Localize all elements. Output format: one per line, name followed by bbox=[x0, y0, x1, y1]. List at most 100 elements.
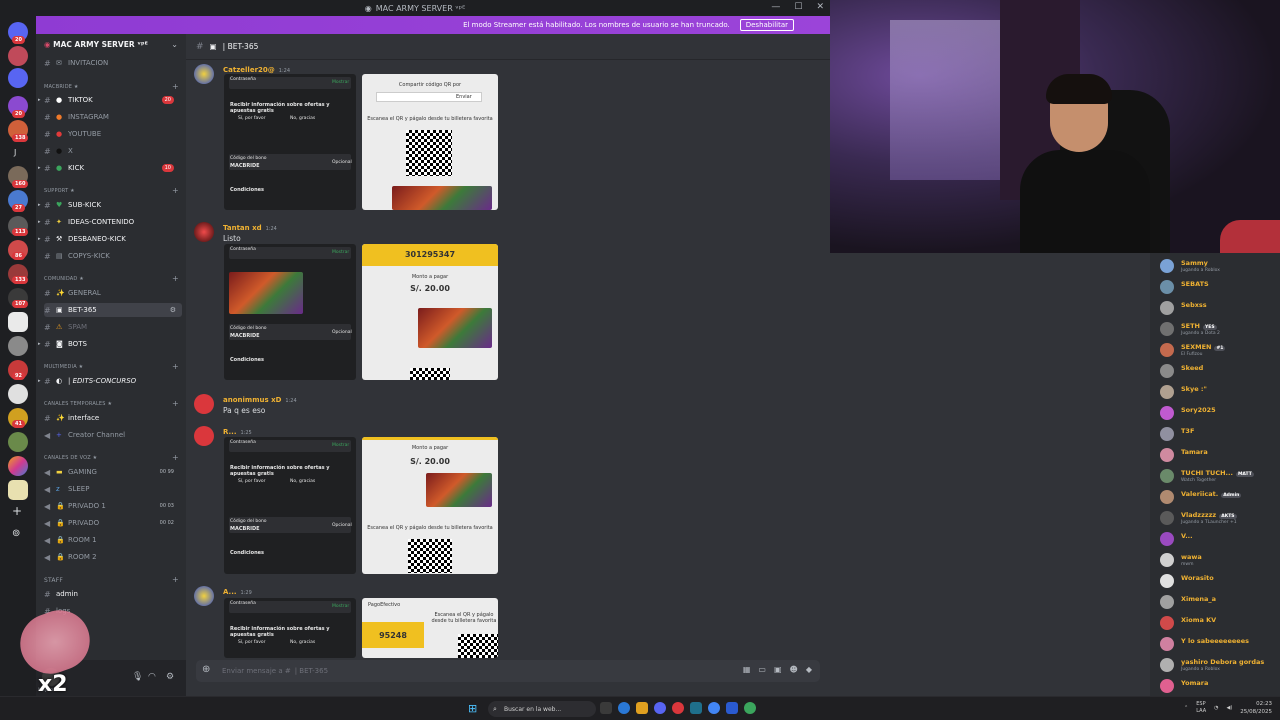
channel-general[interactable]: # ✨ GENERAL bbox=[44, 286, 182, 300]
spotify-icon[interactable] bbox=[744, 702, 756, 714]
tray-chevron-icon[interactable]: ⌃ bbox=[1184, 705, 1188, 711]
add-attachment-icon[interactable]: ⊕ bbox=[202, 664, 210, 675]
app-icon[interactable] bbox=[672, 702, 684, 714]
avatar[interactable] bbox=[1160, 490, 1174, 504]
add-channel-icon[interactable]: + bbox=[172, 186, 179, 195]
avatar[interactable] bbox=[194, 64, 214, 84]
edge-icon[interactable] bbox=[618, 702, 630, 714]
emoji-icon[interactable]: ☻ bbox=[790, 665, 798, 674]
avatar[interactable] bbox=[1160, 511, 1174, 525]
windows-start-icon[interactable]: ⊞ bbox=[468, 702, 477, 715]
avatar[interactable] bbox=[1160, 616, 1174, 630]
category-macbride[interactable]: MACBRIDE ★ + bbox=[44, 82, 179, 91]
avatar[interactable] bbox=[1160, 406, 1174, 420]
minimize-icon[interactable]: — bbox=[771, 2, 780, 12]
member-item[interactable]: Yomara bbox=[1160, 677, 1278, 697]
add-channel-icon[interactable]: + bbox=[172, 82, 179, 91]
wifi-icon[interactable]: ◔ bbox=[1214, 705, 1218, 711]
member-item[interactable]: yashiro Debora gordas Jugando a Roblox bbox=[1160, 656, 1278, 676]
image-attachment[interactable]: Contraseña Mostrar Recibir información s… bbox=[224, 437, 356, 574]
avatar[interactable] bbox=[1160, 532, 1174, 546]
channel-kick[interactable]: ▸ # ● KICK 10 bbox=[38, 161, 182, 175]
avatar[interactable] bbox=[1160, 259, 1174, 273]
taskview-icon[interactable] bbox=[600, 702, 612, 714]
category-support[interactable]: SUPPORT ★ + bbox=[44, 186, 179, 195]
steam-icon[interactable] bbox=[690, 702, 702, 714]
channel-edits[interactable]: ▸ # ◐ | EDITS-CONCURSO bbox=[38, 374, 182, 388]
avatar[interactable] bbox=[1160, 469, 1174, 483]
voice-channel-room1[interactable]: ◀ 🔒 ROOM 1 bbox=[44, 533, 182, 547]
avatar[interactable] bbox=[1160, 322, 1174, 336]
avatar[interactable] bbox=[1160, 658, 1174, 672]
close-icon[interactable]: ✕ bbox=[816, 2, 824, 12]
channel-invitacion[interactable]: # ✉ INVITACION bbox=[44, 56, 182, 70]
add-server-icon[interactable]: + bbox=[12, 504, 22, 518]
avatar[interactable] bbox=[1160, 448, 1174, 462]
channel-bots[interactable]: ▸ # ◙ BOTS bbox=[38, 337, 182, 351]
image-attachment[interactable]: Contraseña Mostrar Recibir información s… bbox=[224, 598, 356, 658]
avatar[interactable] bbox=[1160, 343, 1174, 357]
member-item[interactable]: T3F bbox=[1160, 425, 1278, 445]
channel-x[interactable]: # ● X bbox=[44, 144, 182, 158]
channel-admin[interactable]: # admin bbox=[44, 587, 182, 601]
avatar[interactable] bbox=[194, 394, 214, 414]
channel-spam[interactable]: # ⚠ SPAM bbox=[44, 320, 182, 334]
chrome-icon[interactable] bbox=[708, 702, 720, 714]
server-icon[interactable] bbox=[8, 46, 28, 66]
language-indicator[interactable]: ESP LAA bbox=[1196, 701, 1206, 715]
avatar[interactable] bbox=[194, 222, 214, 242]
server-icon[interactable] bbox=[8, 480, 28, 500]
member-item[interactable]: V... bbox=[1160, 530, 1278, 550]
member-item[interactable]: Sammy Jugando a Roblox bbox=[1160, 257, 1278, 277]
channel-ideas[interactable]: ▸ # ✦ IDEAS-CONTENIDO bbox=[38, 215, 182, 229]
channel-interface[interactable]: # ✨ interface bbox=[44, 411, 182, 425]
image-attachment[interactable]: 301295347 Monto a pagar S/. 20.00 bbox=[362, 244, 498, 380]
image-attachment[interactable]: Contraseña Mostrar Recibir información s… bbox=[224, 74, 356, 210]
voice-channel-gaming[interactable]: ◀ ▬ GAMING 00 99 bbox=[44, 465, 182, 479]
microphone-icon[interactable]: 🎙 bbox=[132, 672, 143, 682]
gift-icon[interactable]: ▦ bbox=[743, 665, 751, 674]
avatar[interactable] bbox=[1160, 679, 1174, 693]
settings-gear-icon[interactable]: ⚙ bbox=[170, 306, 176, 314]
chevron-down-icon[interactable]: ⌄ bbox=[171, 40, 178, 49]
add-channel-icon[interactable]: + bbox=[172, 399, 179, 408]
member-item[interactable]: wawa mwm bbox=[1160, 551, 1278, 571]
avatar[interactable] bbox=[1160, 301, 1174, 315]
server-name[interactable]: ◉ MAC ARMY SERVER ᵛᵖᴱ bbox=[44, 40, 148, 49]
voice-channel-sleep[interactable]: ◀ z SLEEP bbox=[44, 482, 182, 496]
discord-home-icon[interactable] bbox=[8, 68, 28, 88]
explore-icon[interactable]: ⊚ bbox=[12, 528, 20, 539]
member-item[interactable]: TUCHI TUCH... MATT Watch Together bbox=[1160, 467, 1278, 487]
message-author[interactable]: A... 1:29 bbox=[223, 588, 252, 596]
avatar[interactable] bbox=[1160, 595, 1174, 609]
channel-copys[interactable]: # ▤ COPYS-KICK bbox=[44, 249, 182, 263]
app-icon[interactable] bbox=[726, 702, 738, 714]
category-staff[interactable]: STAFF + bbox=[44, 575, 179, 584]
image-attachment[interactable]: Contraseña Mostrar Código del bono MACBR… bbox=[224, 244, 356, 380]
avatar[interactable] bbox=[1160, 553, 1174, 567]
channel-creator[interactable]: ◀ + Creator Channel bbox=[44, 428, 182, 442]
message-author[interactable]: anonimmus xD 1:24 bbox=[223, 396, 297, 404]
maximize-icon[interactable]: ☐ bbox=[794, 2, 802, 12]
avatar[interactable] bbox=[194, 586, 214, 606]
image-attachment[interactable]: Monto a pagar S/. 20.00 Escanea el QR y … bbox=[362, 437, 498, 574]
channel-subkick[interactable]: ▸ # ♥ SUB-KICK bbox=[38, 198, 182, 212]
message-author[interactable]: Catzeller20@ 1:24 bbox=[223, 66, 290, 74]
member-item[interactable]: Tamara bbox=[1160, 446, 1278, 466]
member-item[interactable]: Worasito bbox=[1160, 572, 1278, 592]
member-item[interactable]: Sebxss bbox=[1160, 299, 1278, 319]
category-comunidad[interactable]: COMUNIDAD ★ + bbox=[44, 274, 179, 283]
member-item[interactable]: Valeriicat. Admin bbox=[1160, 488, 1278, 508]
channel-bet365[interactable]: # ▣ BET-365 ⚙ bbox=[44, 303, 182, 317]
voice-channel-privado[interactable]: ◀ 🔒 PRIVADO 00 02 bbox=[44, 516, 182, 530]
avatar[interactable] bbox=[194, 426, 214, 446]
channel-desbaneo[interactable]: ▸ # ⚒ DESBANEO-KICK bbox=[38, 232, 182, 246]
avatar[interactable] bbox=[1160, 385, 1174, 399]
member-item[interactable]: Ximena_a bbox=[1160, 593, 1278, 613]
voice-channel-room2[interactable]: ◀ 🔒 ROOM 2 bbox=[44, 550, 182, 564]
add-channel-icon[interactable]: + bbox=[172, 575, 179, 584]
member-item[interactable]: SEBATS bbox=[1160, 278, 1278, 298]
server-icon-selected[interactable] bbox=[8, 312, 28, 332]
server-icon[interactable] bbox=[8, 432, 28, 452]
member-item[interactable]: Y lo sabeeeeeeees bbox=[1160, 635, 1278, 655]
